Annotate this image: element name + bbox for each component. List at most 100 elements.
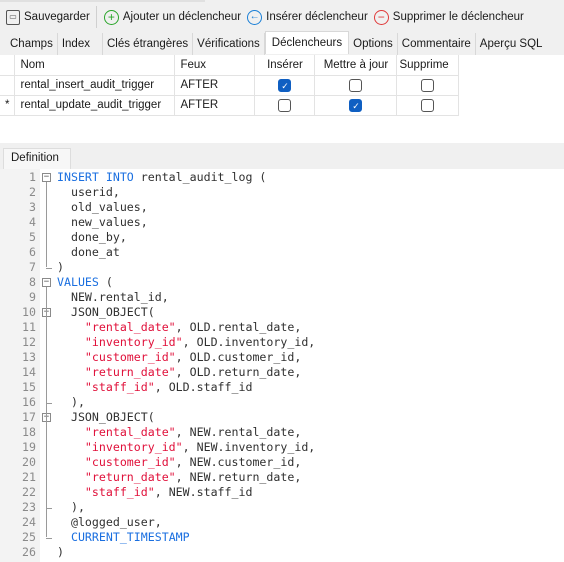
column-header-name[interactable]: Nom	[14, 55, 176, 76]
code-line[interactable]: 18 "rental_date", NEW.rental_date,	[0, 425, 564, 440]
code-line[interactable]: 21 "return_date", NEW.return_date,	[0, 470, 564, 485]
column-header-fires[interactable]: Feux	[174, 55, 256, 76]
update-checkbox[interactable]	[349, 78, 363, 92]
code-line[interactable]: 10− JSON_OBJECT(	[0, 305, 564, 320]
tab-checks[interactable]: Vérifications	[193, 33, 265, 55]
insert-checkbox[interactable]	[278, 98, 292, 112]
code-line[interactable]: 2 userid,	[0, 185, 564, 200]
sql-token: )	[57, 545, 64, 559]
code-line[interactable]: 25 CURRENT_TIMESTAMP	[0, 530, 564, 545]
code-text: "staff_id", NEW.staff_id	[57, 485, 253, 500]
code-line[interactable]: 8− VALUES (	[0, 275, 564, 290]
tab-triggers[interactable]: Déclencheurs	[264, 31, 350, 54]
sql-token: @logged_user,	[57, 515, 162, 529]
sql-string: "staff_id"	[84, 380, 155, 394]
code-line[interactable]: 3 old_values,	[0, 200, 564, 215]
table-row[interactable]: rental_insert_audit_trigger AFTER ✓	[0, 75, 460, 96]
sql-token: (	[105, 275, 113, 289]
line-number: 3	[29, 200, 36, 214]
line-number: 15	[22, 380, 36, 394]
code-line[interactable]: 4 new_values,	[0, 215, 564, 230]
code-line[interactable]: 12 "inventory_id", OLD.inventory_id,	[0, 335, 564, 350]
sql-keyword: INSERT INTO	[57, 170, 141, 184]
sql-string: "return_date"	[84, 470, 176, 484]
column-header-insert[interactable]: Insérer	[254, 55, 316, 76]
code-line[interactable]: 5 done_by,	[0, 230, 564, 245]
header-row: Nom Feux Insérer Mettre à jour Supprime	[0, 55, 460, 76]
save-icon: ▭	[6, 9, 20, 25]
delete-checkbox[interactable]	[421, 78, 435, 92]
sql-token: , OLD.customer_id,	[175, 350, 302, 364]
code-line[interactable]: 16 ),	[0, 395, 564, 410]
line-number: 8	[29, 275, 36, 289]
fold-toggle-icon[interactable]: −	[42, 173, 51, 182]
code-text: done_by,	[57, 230, 127, 245]
table-row[interactable]: * rental_update_audit_trigger AFTER ✓	[0, 95, 460, 116]
trigger-name-cell[interactable]: rental_insert_audit_trigger	[14, 75, 176, 96]
code-line[interactable]: 20 "customer_id", NEW.customer_id,	[0, 455, 564, 470]
code-line[interactable]: 26)	[0, 545, 564, 560]
line-number: 14	[22, 365, 36, 379]
trigger-name-cell[interactable]: rental_update_audit_trigger	[14, 95, 176, 116]
code-line[interactable]: 22 "staff_id", NEW.staff_id	[0, 485, 564, 500]
line-number: 1	[29, 170, 36, 184]
code-text: done_at	[57, 245, 120, 260]
line-number: 7	[29, 260, 36, 274]
add-trigger-button[interactable]: + Ajouter un déclencheur	[103, 9, 241, 25]
code-line[interactable]: 17− JSON_OBJECT(	[0, 410, 564, 425]
code-text: JSON_OBJECT(	[57, 410, 155, 425]
fires-cell[interactable]: AFTER	[174, 95, 256, 116]
code-line[interactable]: 24 @logged_user,	[0, 515, 564, 530]
splitter[interactable]	[0, 143, 564, 149]
save-button[interactable]: ▭ Sauvegarder	[6, 9, 90, 25]
sql-string: "inventory_id"	[84, 335, 183, 349]
sql-string: "customer_id"	[84, 350, 176, 364]
update-checkbox[interactable]: ✓	[349, 98, 363, 112]
code-line[interactable]: 9 NEW.rental_id,	[0, 290, 564, 305]
code-line[interactable]: 11 "rental_date", OLD.rental_date,	[0, 320, 564, 335]
tab-definition[interactable]: Definition	[3, 148, 71, 169]
sql-token: ),	[57, 500, 85, 514]
code-text: "customer_id", NEW.customer_id,	[57, 455, 301, 470]
column-header-update[interactable]: Mettre à jour	[314, 55, 398, 76]
code-text: userid,	[57, 185, 120, 200]
fold-toggle-icon[interactable]: −	[42, 278, 51, 287]
code-text: "rental_date", NEW.rental_date,	[57, 425, 301, 440]
code-text: NEW.rental_id,	[57, 290, 169, 305]
sql-editor[interactable]: 1− INSERT INTO rental_audit_log (2 userid…	[0, 169, 564, 562]
delete-trigger-button[interactable]: − Supprimer le déclencheur	[373, 9, 524, 25]
column-header-delete[interactable]: Supprime	[396, 55, 460, 76]
code-text: "rental_date", OLD.rental_date,	[57, 320, 301, 335]
code-line[interactable]: 23 ),	[0, 500, 564, 515]
plus-circle-icon: +	[103, 9, 119, 25]
code-line[interactable]: 15 "staff_id", OLD.staff_id	[0, 380, 564, 395]
tab-sql-preview[interactable]: Aperçu SQL	[476, 33, 547, 55]
tab-options[interactable]: Options	[349, 33, 398, 55]
sql-token: , NEW.customer_id,	[175, 455, 302, 469]
row-marker-header	[0, 55, 16, 76]
code-line[interactable]: 7)	[0, 260, 564, 275]
code-line[interactable]: 19 "inventory_id", NEW.inventory_id,	[0, 440, 564, 455]
insert-trigger-button[interactable]: ← Insérer déclencheur	[247, 9, 368, 25]
delete-checkbox[interactable]	[421, 98, 435, 112]
code-line[interactable]: 6 done_at	[0, 245, 564, 260]
toolbar-separator	[95, 6, 97, 28]
line-number: 25	[22, 530, 36, 544]
code-line[interactable]: 14 "return_date", OLD.return_date,	[0, 365, 564, 380]
tab-comment[interactable]: Commentaire	[398, 33, 476, 55]
sql-string: "inventory_id"	[84, 440, 183, 454]
code-text: "customer_id", OLD.customer_id,	[57, 350, 301, 365]
tab-fields[interactable]: Champs	[0, 33, 58, 55]
fires-cell[interactable]: AFTER	[174, 75, 256, 96]
row-marker	[0, 75, 16, 96]
insert-checkbox[interactable]: ✓	[278, 78, 292, 92]
code-line[interactable]: 1− INSERT INTO rental_audit_log (	[0, 170, 564, 185]
tab-foreign-keys[interactable]: Clés étrangères	[103, 33, 194, 55]
tab-index[interactable]: Index	[58, 33, 103, 55]
code-line[interactable]: 13 "customer_id", OLD.customer_id,	[0, 350, 564, 365]
fold-guide	[46, 422, 47, 507]
